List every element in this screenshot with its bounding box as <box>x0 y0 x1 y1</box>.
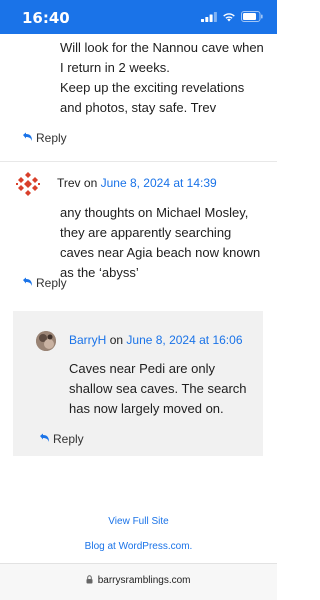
comment-meta: BarryH on June 8, 2024 at 16:06 <box>69 333 243 347</box>
comment-on: on <box>83 176 98 190</box>
comment-date-link[interactable]: June 8, 2024 at 16:06 <box>126 333 242 347</box>
battery-icon <box>241 11 263 22</box>
comment-body: Will look for the Nannou cave when I ret… <box>60 38 265 118</box>
reply-label: Reply <box>36 131 67 145</box>
url-text: barrysramblings.com <box>97 575 191 586</box>
lock-icon <box>86 575 95 585</box>
signal-icon <box>201 11 217 22</box>
wordpress-link[interactable]: Blog at WordPress.com. <box>0 541 277 552</box>
comment-on: on <box>109 333 124 347</box>
comment-author[interactable]: BarryH <box>69 333 106 347</box>
comment-body: any thoughts on Michael Mosley, they are… <box>60 205 261 280</box>
reply-icon <box>22 276 33 290</box>
comment-body: Caves near Pedi are only shallow sea cav… <box>69 361 247 416</box>
divider <box>0 161 277 162</box>
status-icons <box>201 11 263 22</box>
status-time: 16:40 <box>22 9 70 27</box>
status-bar: 16:40 <box>0 0 277 34</box>
browser-url-bar[interactable]: barrysramblings.com <box>0 563 277 600</box>
avatar <box>15 171 41 197</box>
comment-date-link[interactable]: June 8, 2024 at 14:39 <box>101 176 217 190</box>
reply-link[interactable]: Reply <box>39 432 84 446</box>
view-full-site-link[interactable]: View Full Site <box>0 516 277 527</box>
comment-line: Keep up the exciting revelations and pho… <box>60 80 245 115</box>
reply-label: Reply <box>36 276 67 290</box>
comment-author[interactable]: Trev <box>57 176 81 190</box>
reply-link[interactable]: Reply <box>22 276 67 290</box>
reply-label: Reply <box>53 432 84 446</box>
reply-icon <box>22 131 33 145</box>
reply-icon <box>39 432 50 446</box>
reply-link[interactable]: Reply <box>22 131 67 145</box>
avatar <box>36 331 56 351</box>
wifi-icon <box>223 12 235 21</box>
url-display[interactable]: barrysramblings.com <box>0 575 277 586</box>
comment-line: Will look for the Nannou cave when I ret… <box>60 40 264 75</box>
comment-meta: Trev on June 8, 2024 at 14:39 <box>57 176 217 190</box>
